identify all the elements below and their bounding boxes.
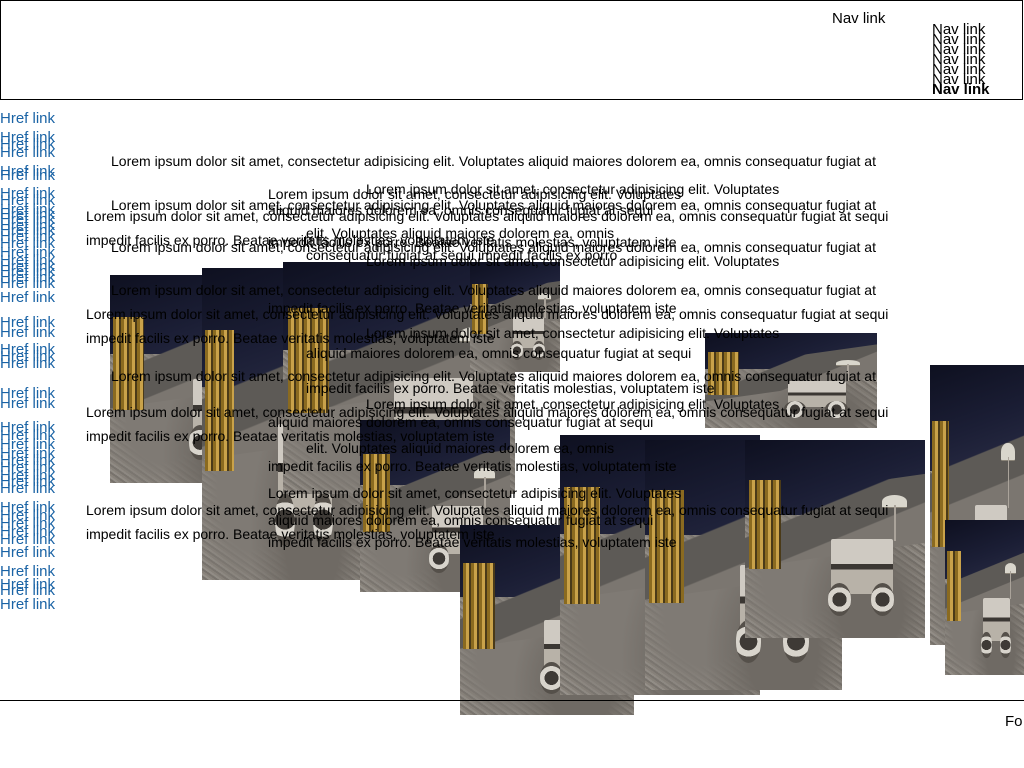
paragraph-line: impedit facilis ex porro. Beatae veritat… xyxy=(268,534,677,550)
footer-text: Fo xyxy=(1005,713,1023,730)
paragraph-line: elit. Voluptates aliquid maiores dolorem… xyxy=(306,440,615,456)
href-link[interactable]: Href link xyxy=(0,597,55,612)
paragraph-line: Lorem ipsum dolor sit amet, consectetur … xyxy=(268,485,682,501)
href-link[interactable]: Href link xyxy=(0,290,55,305)
page-footer xyxy=(0,700,1024,768)
paragraph-line: Lorem ipsum dolor sit amet, consectetur … xyxy=(86,208,889,224)
href-link[interactable]: Href link xyxy=(0,356,55,371)
href-link[interactable]: Href link xyxy=(0,396,55,411)
href-link[interactable]: Href link xyxy=(0,325,55,340)
moon-rover-photo xyxy=(745,440,925,638)
nav-link[interactable]: Nav link xyxy=(832,11,885,26)
paragraph-line: Lorem ipsum dolor sit amet, consectetur … xyxy=(111,282,876,298)
paragraph-line: aliquid maiores dolorem ea, omnis conseq… xyxy=(306,345,692,361)
href-link[interactable]: Href link xyxy=(0,111,55,126)
paragraph-line: impedit facilis ex porro. Beatae veritat… xyxy=(268,458,677,474)
paragraph-line: Lorem ipsum dolor sit amet, consectetur … xyxy=(366,325,780,341)
paragraph-line: impedit facilis ex porro. Beatae veritat… xyxy=(268,300,677,316)
href-link[interactable]: Href link xyxy=(0,481,55,496)
paragraph-line: impedit facilis ex porro. Beatae veritat… xyxy=(306,380,715,396)
paragraph-line: Lorem ipsum dolor sit amet, consectetur … xyxy=(111,153,876,169)
nav-link[interactable]: Nav link xyxy=(932,82,990,97)
href-link[interactable]: Href link xyxy=(0,545,55,560)
href-link[interactable]: Href link xyxy=(0,168,55,183)
paragraph-line: Lorem ipsum dolor sit amet, consectetur … xyxy=(366,253,780,269)
href-link[interactable]: Href link xyxy=(0,145,55,160)
moon-rover-photo xyxy=(945,520,1024,675)
